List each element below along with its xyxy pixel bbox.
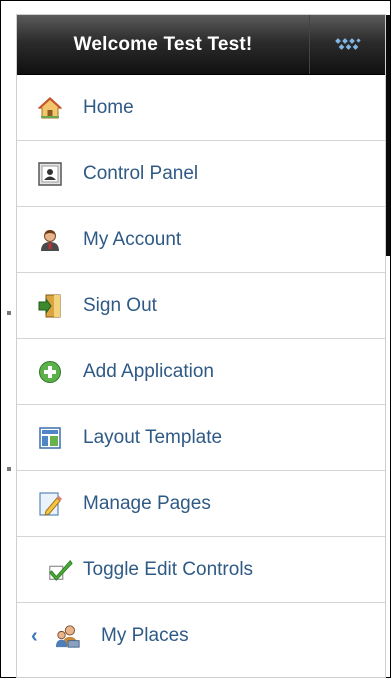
menu-item-label: Home — [83, 96, 134, 118]
screenshot-frame: Welcome Test Test! Home Control Panel My… — [0, 0, 391, 678]
edit-pages-icon — [37, 491, 63, 517]
menu-item-label: Control Panel — [83, 162, 199, 184]
dock-header: Welcome Test Test! — [17, 15, 385, 75]
layout-template-icon — [37, 425, 63, 451]
menu-item-label: Layout Template — [83, 426, 223, 448]
menu-item-sign-out[interactable]: Sign Out — [17, 273, 385, 339]
dock-dropdown: Welcome Test Test! Home Control Panel My… — [17, 15, 385, 677]
page-edge-mark — [7, 467, 11, 471]
menu-item-label: Toggle Edit Controls — [83, 558, 254, 580]
menu-item-manage-pages[interactable]: Manage Pages — [17, 471, 385, 537]
add-circle-icon — [37, 359, 63, 385]
dock-toggle-button[interactable] — [309, 15, 385, 74]
menu-item-add-application[interactable]: Add Application — [17, 339, 385, 405]
menu-item-label: My Places — [101, 625, 189, 646]
menu-item-label: Manage Pages — [83, 492, 211, 514]
menu-item-toggle-edit-controls[interactable]: Toggle Edit Controls — [17, 537, 385, 603]
menu-item-home[interactable]: Home — [17, 75, 385, 141]
places-icon — [55, 623, 81, 649]
welcome-title[interactable]: Welcome Test Test! — [17, 15, 309, 74]
menu-item-my-account[interactable]: My Account — [17, 207, 385, 273]
menu-item-label: My Account — [83, 228, 182, 250]
user-icon — [37, 227, 63, 253]
menu-item-label: Add Application — [83, 360, 214, 382]
control-panel-icon — [37, 161, 63, 187]
dock-toggle-icon — [334, 37, 361, 50]
chevron-left-icon: ‹ — [31, 624, 38, 647]
menu-item-label: Sign Out — [83, 294, 157, 316]
menu-item-my-places[interactable]: ‹ My Places — [17, 603, 385, 669]
checkmark-icon — [47, 557, 73, 583]
menu-item-control-panel[interactable]: Control Panel — [17, 141, 385, 207]
dock-menu: Home Control Panel My Account Sign Out A… — [17, 75, 385, 669]
page-edge-mark — [7, 311, 11, 315]
door-exit-icon — [37, 293, 63, 319]
menu-item-layout-template[interactable]: Layout Template — [17, 405, 385, 471]
home-icon — [37, 95, 63, 121]
